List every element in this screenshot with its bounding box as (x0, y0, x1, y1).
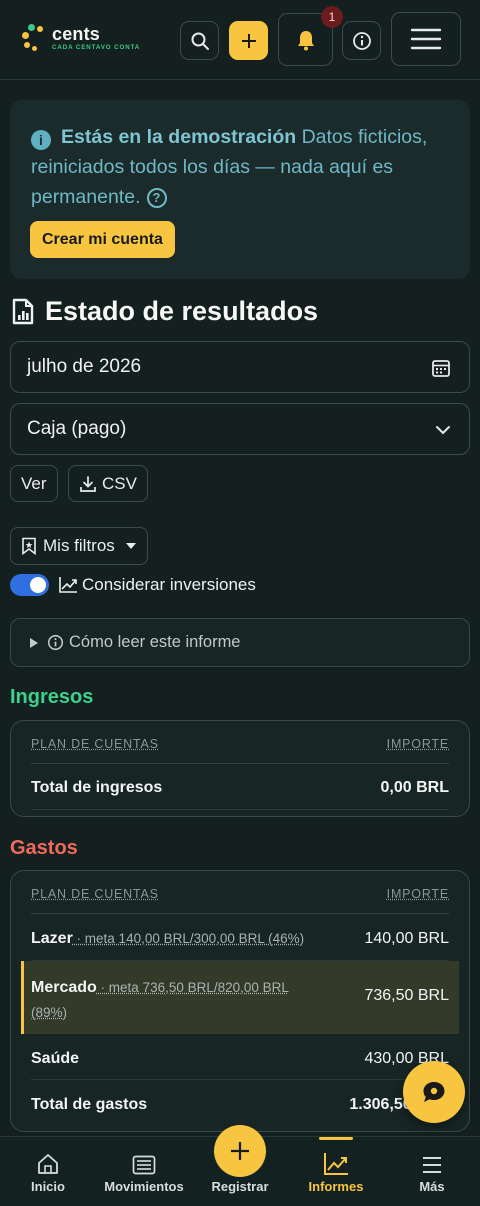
expense-row-amount: 140,00 BRL (364, 930, 449, 947)
chevron-down-icon (436, 426, 450, 435)
info-button[interactable] (342, 21, 381, 60)
table-row[interactable]: Saúde 430,00 BRL (31, 1034, 449, 1080)
notification-count-badge: 1 (321, 6, 343, 28)
nav-reports-label: Informes (308, 1179, 364, 1194)
info-icon (47, 634, 64, 651)
plus-icon (231, 1142, 249, 1160)
calendar-icon (432, 360, 450, 377)
demo-banner-strong: Estás en la demostración (61, 126, 297, 148)
help-icon[interactable]: ? (146, 188, 167, 208)
expense-row-amount: 736,50 BRL (364, 987, 449, 1004)
caret-right-icon (30, 637, 38, 648)
nav-home[interactable]: Inicio (0, 1137, 96, 1206)
create-account-button[interactable]: Crear mi cuenta (30, 221, 175, 258)
app-screen: cents CADA CENTAVO CONTA 1 i Estás en la… (0, 0, 480, 1206)
home-icon (38, 1154, 58, 1174)
menu-button[interactable] (391, 12, 461, 66)
basis-value: Caja (pago) (27, 418, 127, 439)
how-to-read-label: Cómo leer este informe (69, 633, 241, 651)
register-fab[interactable] (214, 1125, 266, 1177)
quick-add-button[interactable] (229, 21, 268, 60)
nav-reports[interactable]: Informes (288, 1137, 384, 1206)
demo-banner: i Estás en la demostración Datos ficticio… (10, 100, 470, 279)
expense-row-label: Lazer · meta 140,00 BRL/300,00 BRL (46%) (31, 930, 305, 947)
investments-toggle[interactable] (10, 574, 49, 596)
income-col-amount: IMPORTE (386, 737, 449, 751)
nav-more-label: Más (419, 1179, 445, 1194)
info-icon (352, 31, 371, 50)
income-col-account: PLAN DE CUENTAS (31, 737, 159, 751)
csv-label: CSV (102, 473, 137, 493)
income-table-header: PLAN DE CUENTAS IMPORTE (31, 737, 449, 764)
table-row[interactable]: Lazer · meta 140,00 BRL/300,00 BRL (46%)… (31, 914, 449, 961)
expenses-section-title: Gastos (10, 837, 78, 859)
demo-banner-text: i Estás en la demostración Datos ficticio… (31, 122, 451, 212)
top-header: cents CADA CENTAVO CONTA 1 (0, 0, 480, 80)
logo-dots-icon (20, 22, 48, 56)
report-document-icon (12, 298, 34, 325)
investments-toggle-label: Considerar inversiones (82, 575, 256, 594)
basis-select[interactable]: Caja (pago) (10, 403, 470, 455)
hamburger-icon (423, 1157, 441, 1173)
how-to-read-accordion[interactable]: Cómo leer este informe (10, 618, 470, 667)
chat-button[interactable] (403, 1061, 465, 1123)
list-icon (132, 1155, 156, 1175)
expenses-col-account: PLAN DE CUENTAS (31, 887, 159, 901)
download-icon (80, 475, 96, 492)
expenses-table: PLAN DE CUENTAS IMPORTE Lazer · meta 140… (10, 870, 470, 1132)
search-icon (191, 32, 209, 50)
nav-movements-label: Movimientos (104, 1179, 184, 1194)
expenses-table-header: PLAN DE CUENTAS IMPORTE (31, 887, 449, 914)
brand-tagline: CADA CENTAVO CONTA (52, 44, 141, 51)
trend-chart-icon (324, 1153, 348, 1175)
nav-more[interactable]: Más (384, 1137, 480, 1206)
info-circle-icon: i (31, 130, 51, 150)
table-row[interactable]: Mercado · meta 736,50 BRL/820,00 BRL (89… (21, 961, 459, 1034)
expenses-total-row: Total de gastos 1.306,50 BRL (31, 1080, 449, 1126)
period-value: julho de 2026 (27, 356, 142, 377)
hamburger-icon (410, 28, 442, 50)
page-title: Estado de resultados (45, 296, 319, 326)
income-section-title: Ingresos (10, 686, 94, 708)
view-button[interactable]: Ver (10, 465, 58, 502)
search-button[interactable] (180, 21, 219, 60)
income-total-value: 0,00 BRL (380, 779, 449, 796)
bell-icon (297, 30, 314, 50)
income-total-label: Total de ingresos (31, 779, 163, 796)
budget-meta-link[interactable]: · meta 140,00 BRL/300,00 BRL (46%) (73, 931, 305, 946)
brand-name: cents (52, 24, 101, 44)
chat-bubble-icon (423, 1082, 445, 1102)
my-filters-label: Mis filtros (43, 536, 115, 555)
income-total-row: Total de ingresos 0,00 BRL (31, 764, 449, 810)
expense-row-label: Mercado · meta 736,50 BRL/820,00 BRL (89… (31, 979, 289, 1020)
expenses-col-amount: IMPORTE (386, 887, 449, 901)
bookmark-icon (22, 537, 36, 555)
income-table: PLAN DE CUENTAS IMPORTE Total de ingreso… (10, 720, 470, 817)
page-title-row: Estado de resultados (12, 296, 318, 327)
plus-icon (241, 33, 256, 48)
csv-button[interactable]: CSV (68, 465, 148, 502)
nav-home-label: Inicio (31, 1179, 65, 1194)
my-filters-button[interactable]: Mis filtros (10, 527, 148, 565)
nav-register-label: Registrar (211, 1179, 269, 1194)
investments-toggle-row: Considerar inversiones (10, 574, 256, 596)
period-field[interactable]: julho de 2026 (10, 341, 470, 393)
trend-chart-icon (59, 577, 77, 593)
nav-movements[interactable]: Movimientos (96, 1137, 192, 1206)
expense-row-label: Saúde (31, 1050, 80, 1067)
notifications-button[interactable]: 1 (278, 6, 343, 66)
caret-down-icon (125, 543, 136, 549)
expenses-total-label: Total de gastos (31, 1096, 148, 1113)
brand-logo[interactable]: cents CADA CENTAVO CONTA (20, 22, 150, 58)
